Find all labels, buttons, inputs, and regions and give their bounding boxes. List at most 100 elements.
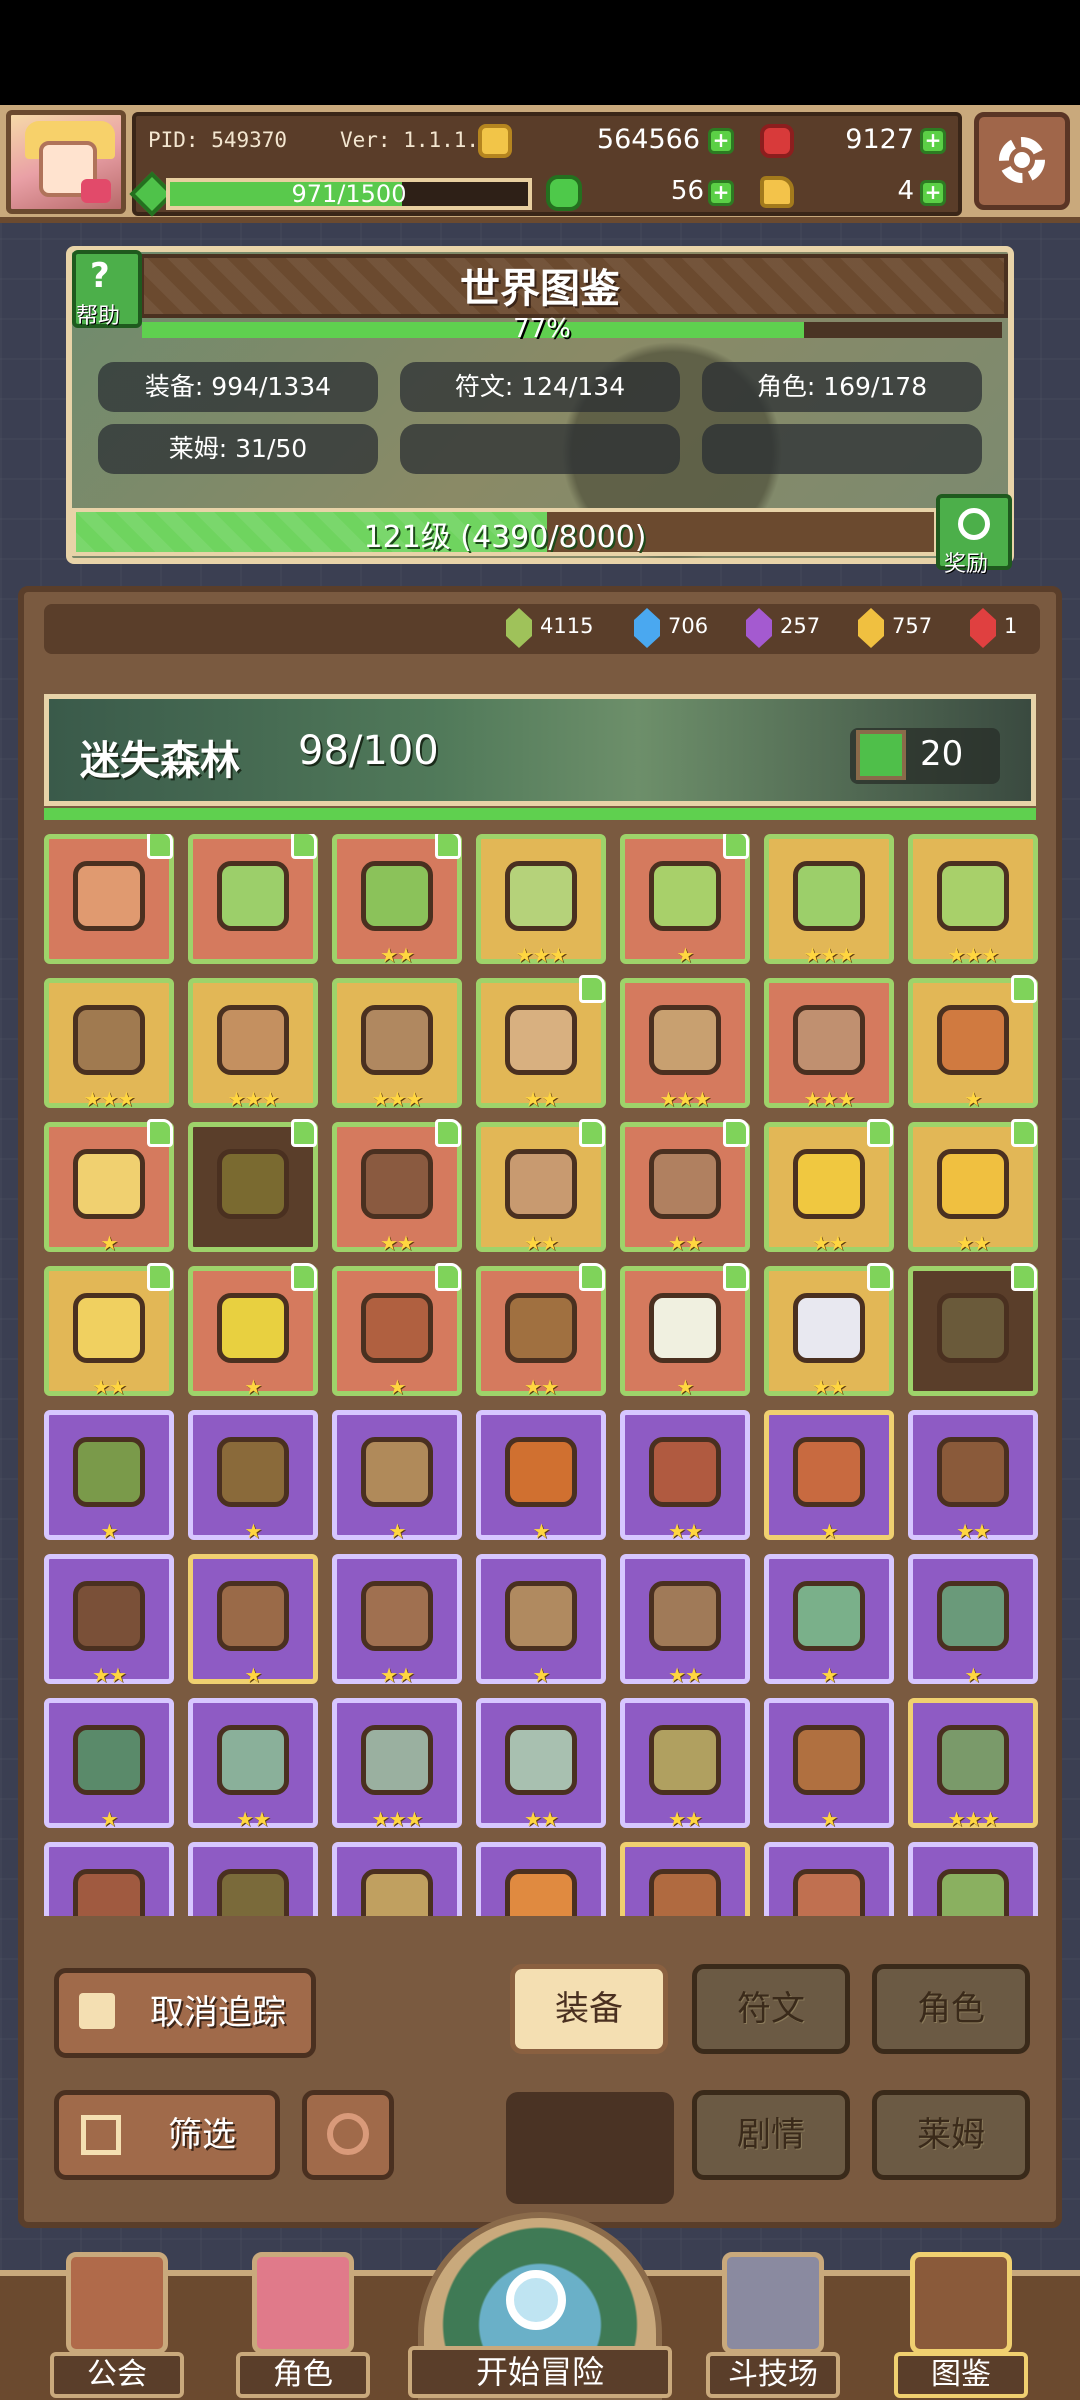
item-slot[interactable]: ★★★ <box>908 1698 1038 1831</box>
item-slot[interactable]: ★★★ <box>44 978 174 1111</box>
item-slot[interactable]: ★★ <box>764 1263 894 1399</box>
stat-empty-2 <box>702 424 982 474</box>
item-stars: ★ <box>244 1375 263 1399</box>
item-slot[interactable]: ★★★ <box>908 834 1038 967</box>
item-slot[interactable] <box>332 1842 462 1916</box>
area-like-count: 20 <box>920 734 964 774</box>
item-slot[interactable]: ★ <box>764 1554 894 1687</box>
item-slot[interactable]: ★★★ <box>332 1698 462 1831</box>
add-hand-token-button[interactable]: + <box>920 180 946 206</box>
item-icon <box>505 1293 577 1363</box>
item-icon <box>649 861 721 931</box>
tab-runes[interactable]: 符文 <box>692 1964 850 2054</box>
item-slot[interactable] <box>476 1842 606 1916</box>
item-slot[interactable]: ★★★ <box>764 834 894 967</box>
tab-story[interactable]: 剧情 <box>692 2090 850 2180</box>
tab-slimes[interactable]: 莱姆 <box>872 2090 1030 2180</box>
item-stars: ★★ <box>92 1663 127 1687</box>
item-slot[interactable]: ★ <box>764 1410 894 1543</box>
item-slot[interactable]: ★ <box>908 1554 1038 1687</box>
item-slot[interactable] <box>44 1842 174 1916</box>
add-gold-button[interactable]: + <box>708 128 734 154</box>
tab-characters[interactable]: 角色 <box>872 1964 1030 2054</box>
item-slot[interactable]: ★ <box>620 1263 750 1399</box>
item-slot[interactable]: ★★ <box>476 1119 606 1255</box>
item-slot[interactable]: ★ <box>476 1410 606 1543</box>
item-slot[interactable]: ★★ <box>620 1119 750 1255</box>
item-slot[interactable]: ★ <box>764 1698 894 1831</box>
item-slot[interactable]: ★ <box>332 1263 462 1399</box>
item-slot[interactable]: ★★★ <box>476 834 606 967</box>
item-slot[interactable]: ★ <box>188 1410 318 1543</box>
item-slot[interactable]: ★★★ <box>764 978 894 1111</box>
nav-arena[interactable]: 斗技场 <box>706 2252 840 2400</box>
nav-encyclopedia[interactable]: 图鉴 <box>894 2252 1028 2400</box>
item-icon <box>73 1149 145 1219</box>
thumbs-up-icon[interactable] <box>856 730 906 780</box>
tracked-thumb-icon <box>1011 975 1037 1003</box>
tracked-thumb-icon <box>147 1263 173 1291</box>
nav-guild[interactable]: 公会 <box>50 2252 184 2400</box>
item-slot[interactable]: ★★ <box>476 975 606 1111</box>
tracked-thumb-icon <box>147 834 173 859</box>
add-clover-button[interactable]: + <box>708 180 734 206</box>
item-slot[interactable]: ★★ <box>188 1698 318 1831</box>
untrack-button[interactable]: 取消追踪 <box>54 1968 316 2058</box>
item-slot[interactable] <box>620 1842 750 1916</box>
item-slot[interactable]: ★★ <box>332 1119 462 1255</box>
item-slot[interactable]: ★★ <box>476 1698 606 1831</box>
player-avatar[interactable] <box>6 110 126 214</box>
item-slot[interactable]: ★ <box>476 1554 606 1687</box>
item-slot[interactable] <box>188 1842 318 1916</box>
item-slot[interactable]: ★★ <box>44 1263 174 1399</box>
item-slot[interactable]: ★ <box>188 1263 318 1399</box>
refresh-button[interactable] <box>302 2090 394 2180</box>
item-slot[interactable]: ★★★ <box>620 978 750 1111</box>
item-slot[interactable]: ★★ <box>332 1554 462 1687</box>
tab-equipment[interactable]: 装备 <box>510 1964 668 2054</box>
item-stars: ★★ <box>668 1231 703 1255</box>
thumbs-up-icon <box>79 1993 115 2029</box>
item-stars: ★ <box>964 1087 983 1111</box>
item-slot[interactable]: ★★ <box>620 1554 750 1687</box>
item-slot[interactable]: ★★★ <box>188 978 318 1111</box>
filter-button[interactable]: 筛选 <box>54 2090 280 2180</box>
item-slot[interactable]: ★ <box>44 1410 174 1543</box>
item-slot[interactable] <box>908 1263 1038 1396</box>
item-slot[interactable]: ★★ <box>476 1263 606 1399</box>
item-slot[interactable]: ★★ <box>908 1119 1038 1255</box>
nav-arena-label: 斗技场 <box>706 2352 840 2398</box>
add-gem-button[interactable]: + <box>920 128 946 154</box>
item-grid-scroll[interactable]: ★★ ★★★ ★ ★★★ ★★★ ★★★ ★★★ ★★★ ★★ ★★★ ★★★ ★ ★ ★★ ★★ ★★ ★★ ★… <box>44 834 1040 1916</box>
item-slot[interactable]: ★ <box>620 834 750 967</box>
item-slot[interactable] <box>188 1119 318 1252</box>
item-icon <box>73 1437 145 1507</box>
item-slot[interactable]: ★★ <box>620 1410 750 1543</box>
item-slot[interactable]: ★★ <box>332 834 462 967</box>
item-slot[interactable]: ★ <box>44 1119 174 1255</box>
item-icon <box>361 1005 433 1075</box>
gold-coin-icon <box>478 124 512 158</box>
nav-character[interactable]: 角色 <box>236 2252 370 2400</box>
settings-button[interactable] <box>974 112 1070 210</box>
item-icon <box>937 1581 1009 1651</box>
item-slot[interactable] <box>908 1842 1038 1916</box>
item-icon <box>217 861 289 931</box>
item-slot[interactable]: ★★ <box>44 1554 174 1687</box>
item-slot[interactable] <box>764 1842 894 1916</box>
nav-start-adventure[interactable]: 开始冒险 <box>408 2212 672 2400</box>
item-stars: ★★ <box>956 1519 991 1543</box>
item-icon <box>73 1005 145 1075</box>
item-slot[interactable] <box>44 834 174 964</box>
item-slot[interactable]: ★★★ <box>332 978 462 1111</box>
gem-amount: 9127 <box>845 124 914 155</box>
item-slot[interactable]: ★★ <box>620 1698 750 1831</box>
item-slot[interactable]: ★ <box>188 1554 318 1687</box>
game-version: Ver: 1.1.1.7 <box>340 128 492 152</box>
item-slot[interactable]: ★ <box>908 975 1038 1111</box>
item-slot[interactable]: ★ <box>44 1698 174 1831</box>
item-slot[interactable]: ★ <box>332 1410 462 1543</box>
item-slot[interactable] <box>188 834 318 964</box>
item-slot[interactable]: ★★ <box>764 1119 894 1255</box>
item-slot[interactable]: ★★ <box>908 1410 1038 1543</box>
